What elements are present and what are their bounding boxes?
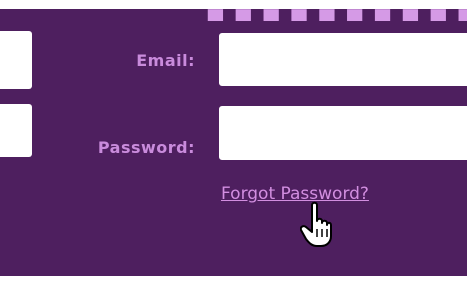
login-screen: ■ ■ ■ ■ ■ ■ ■ ■ ■ ■ ■ ■ ■ ■ Email: Passw… xyxy=(0,0,467,282)
password-field[interactable] xyxy=(219,106,467,160)
hand-pointer-icon xyxy=(300,201,332,247)
email-label: Email: xyxy=(136,51,195,70)
email-field[interactable] xyxy=(219,33,467,86)
forgot-password-link[interactable]: Forgot Password? xyxy=(221,184,369,204)
side-box-password xyxy=(0,104,32,157)
login-panel: ■ ■ ■ ■ ■ ■ ■ ■ ■ ■ ■ ■ ■ ■ Email: Passw… xyxy=(0,9,467,276)
side-box-email xyxy=(0,31,32,89)
cropped-heading: ■ ■ ■ ■ ■ ■ ■ ■ ■ ■ ■ ■ ■ ■ xyxy=(206,9,467,21)
password-label: Password: xyxy=(97,138,195,157)
